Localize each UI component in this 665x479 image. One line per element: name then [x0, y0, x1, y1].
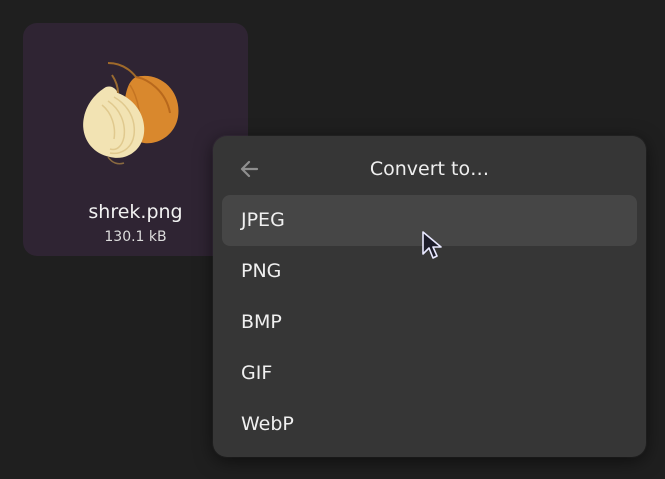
popover-header: Convert to…	[213, 136, 646, 194]
menu-item-gif[interactable]: GIF	[222, 348, 637, 399]
menu-item-label: JPEG	[241, 209, 285, 231]
menu-item-label: BMP	[241, 311, 282, 333]
popover-title: Convert to…	[369, 158, 490, 180]
menu-item-label: WebP	[241, 413, 294, 435]
menu-item-webp[interactable]: WebP	[222, 399, 637, 450]
menu-item-png[interactable]: PNG	[222, 246, 637, 297]
onion-image-icon	[83, 62, 179, 165]
format-menu: JPEG PNG BMP GIF WebP	[222, 195, 637, 450]
menu-item-jpeg[interactable]: JPEG	[222, 195, 637, 246]
menu-item-bmp[interactable]: BMP	[222, 297, 637, 348]
menu-item-label: PNG	[241, 260, 282, 282]
convert-popover: Convert to… JPEG PNG BMP GIF WebP	[213, 136, 646, 457]
menu-item-label: GIF	[241, 362, 273, 384]
